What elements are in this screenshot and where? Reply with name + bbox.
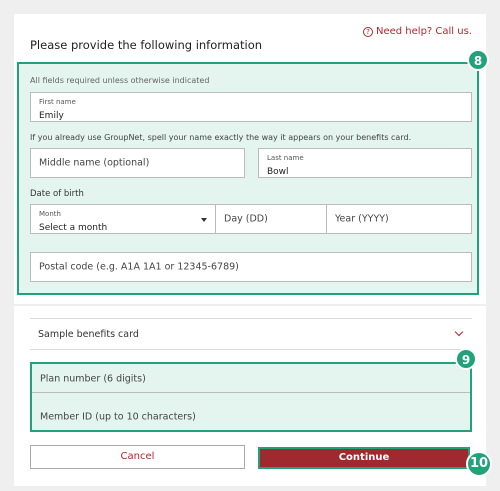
continue-button[interactable]: Continue [258,447,470,469]
last-name-label: Last name [267,154,304,162]
plan-number-placeholder: Plan number (6 digits) [40,373,146,384]
cancel-button[interactable]: Cancel [30,445,245,469]
middle-name-placeholder: Middle name (optional) [39,157,150,169]
badge-8: 8 [467,49,489,71]
plan-number-field[interactable]: Plan number (6 digits) [32,365,470,393]
first-name-field[interactable]: First name Emily [30,92,472,122]
postal-code-field[interactable]: Postal code (e.g. A1A 1A1 or 12345-6789) [30,252,472,282]
required-note: All fields required unless otherwise ind… [30,76,210,85]
member-id-field[interactable]: Member ID (up to 10 characters) [32,403,470,431]
badge-10: 10 [466,451,492,477]
month-label: Month [39,210,61,218]
last-name-value: Bowl [267,167,289,177]
groupnet-note: If you already use GroupNet, spell your … [30,133,412,142]
postal-code-placeholder: Postal code (e.g. A1A 1A1 or 12345-6789) [39,261,239,273]
month-select[interactable]: Month Select a month [31,205,215,233]
last-name-field[interactable]: Last name Bowl [258,148,472,178]
year-placeholder: Year (YYYY) [335,213,389,225]
sample-card-accordion[interactable]: Sample benefits card [30,318,472,350]
chevron-down-icon [454,327,464,337]
dob-group: Month Select a month Day (DD) Year (YYYY… [30,204,472,234]
day-input[interactable]: Day (DD) [216,205,326,233]
help-link-label: Need help? Call us. [376,26,472,37]
page-title: Please provide the following information [30,38,263,52]
help-link[interactable]: ? Need help? Call us. [363,26,472,37]
page: ? Need help? Call us. Please provide the… [0,0,500,491]
member-id-placeholder: Member ID (up to 10 characters) [40,411,196,423]
month-value: Select a month [39,223,108,233]
middle-name-field[interactable]: Middle name (optional) [30,148,245,178]
sample-card-label: Sample benefits card [38,329,139,340]
first-name-value: Emily [39,111,64,121]
first-name-label: First name [39,98,76,106]
day-placeholder: Day (DD) [224,213,268,225]
year-input[interactable]: Year (YYYY) [327,205,471,233]
chevron-down-icon [201,218,207,222]
question-circle-icon: ? [363,26,373,37]
dob-label: Date of birth [30,189,84,199]
